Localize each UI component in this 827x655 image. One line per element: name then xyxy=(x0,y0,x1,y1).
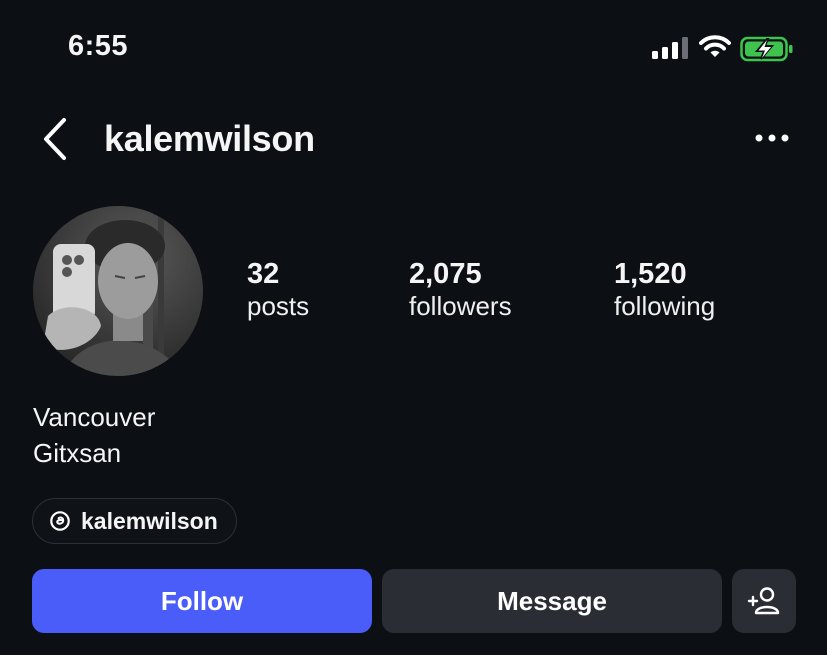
threads-icon xyxy=(50,511,70,531)
wifi-icon xyxy=(699,35,731,57)
stat-followers-value: 2,075 xyxy=(409,258,482,290)
follow-button[interactable]: Follow xyxy=(32,569,372,633)
back-chevron-icon[interactable] xyxy=(40,116,70,162)
stat-following-value: 1,520 xyxy=(614,258,687,290)
status-time: 6:55 xyxy=(68,30,129,62)
stat-posts-value: 32 xyxy=(247,258,280,290)
stat-following[interactable]: 1,520 following xyxy=(614,258,715,322)
threads-link[interactable]: kalemwilson xyxy=(32,498,237,544)
stat-followers-label: followers xyxy=(409,291,512,321)
add-person-button[interactable] xyxy=(732,569,796,633)
stat-followers[interactable]: 2,075 followers xyxy=(409,258,512,322)
avatar[interactable] xyxy=(33,206,203,376)
page-title: kalemwilson xyxy=(104,118,315,159)
stat-posts[interactable]: 32 posts xyxy=(247,258,309,322)
battery-charging-icon xyxy=(740,36,793,62)
signal-icon xyxy=(652,37,688,59)
stat-following-label: following xyxy=(614,291,716,321)
bio-line-location: Vancouver xyxy=(33,402,156,432)
more-icon[interactable] xyxy=(754,130,790,146)
message-button[interactable]: Message xyxy=(382,569,722,633)
bio-line-nation: Gitxsan xyxy=(33,438,122,468)
add-person-icon xyxy=(747,587,780,615)
threads-handle: kalemwilson xyxy=(81,507,218,534)
stat-posts-label: posts xyxy=(247,291,310,321)
